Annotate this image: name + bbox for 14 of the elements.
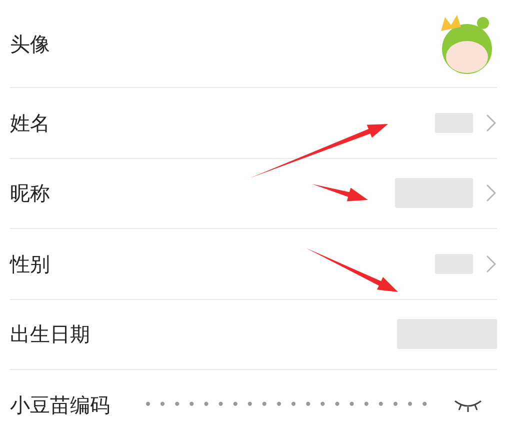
row-label: 头像: [10, 30, 50, 58]
row-label: 性别: [10, 250, 50, 278]
settings-row[interactable]: 昵称: [10, 158, 497, 229]
row-label: 昵称: [10, 180, 50, 208]
settings-row[interactable]: 小豆苗编码 ••••••••••••••••••••: [10, 370, 497, 440]
redacted-value: [435, 112, 473, 133]
annotation-arrow: [312, 184, 368, 202]
settings-row[interactable]: 出生日期: [10, 300, 497, 370]
redacted-value: [435, 254, 473, 274]
row-label: 姓名: [10, 110, 50, 137]
row-label: 出生日期: [10, 321, 90, 348]
masked-value: ••••••••••••••••••••: [144, 396, 435, 415]
settings-row[interactable]: 头像: [10, 0, 497, 88]
row-label: 小豆苗编码: [10, 392, 110, 420]
